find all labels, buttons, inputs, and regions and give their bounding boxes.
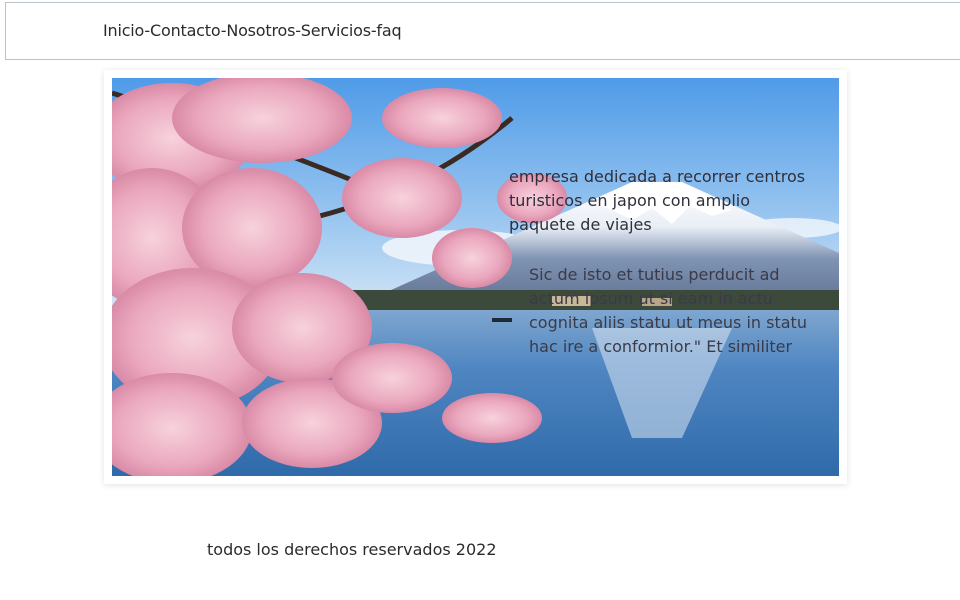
nav-links-text[interactable]: Inicio-Contacto-Nosotros-Servicios-faq (103, 21, 402, 40)
hero-quote: Sic de isto et tutius perducit ad actum … (529, 265, 807, 356)
hero-text: empresa dedicada a recorrer centros turi… (509, 165, 819, 359)
footer-copyright: todos los derechos reservados 2022 (207, 540, 497, 559)
top-navigation-bar: Inicio-Contacto-Nosotros-Servicios-faq (5, 2, 960, 60)
hero-description: empresa dedicada a recorrer centros turi… (509, 167, 806, 234)
